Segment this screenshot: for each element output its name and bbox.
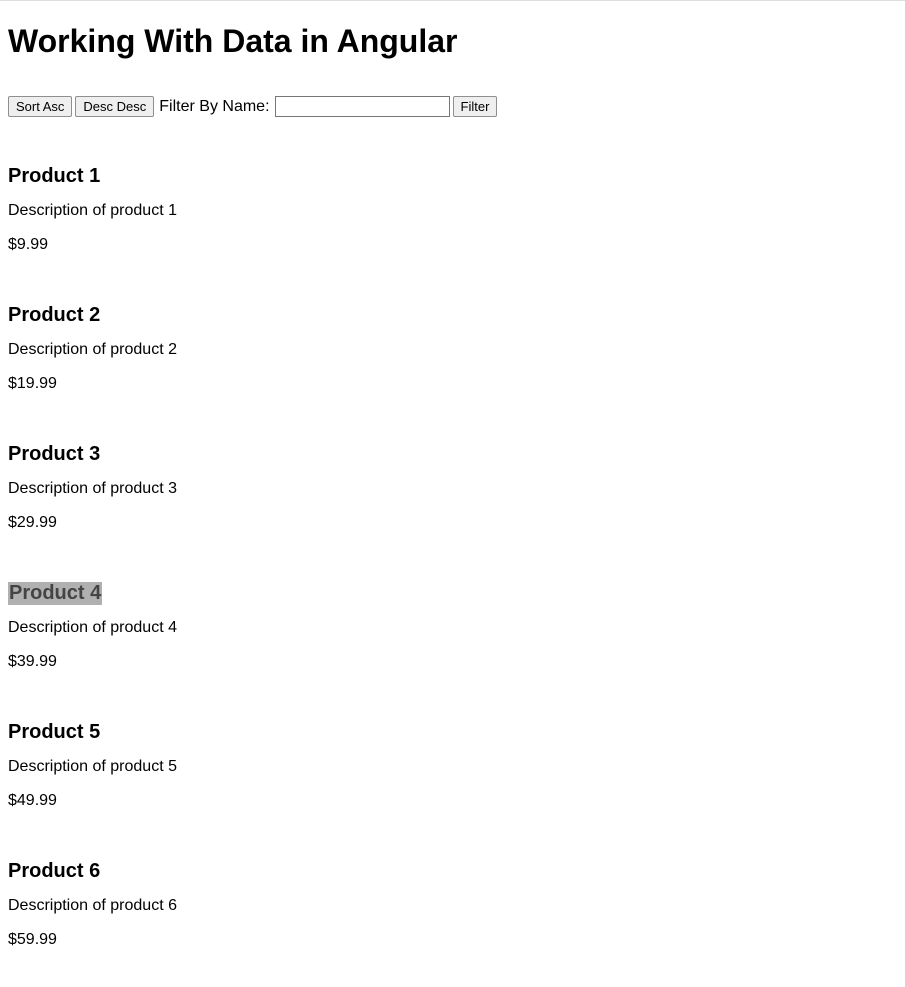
- product-price: $39.99: [8, 653, 897, 671]
- product-item: Product 6 Description of product 6 $59.99: [8, 840, 897, 949]
- product-name: Product 1: [8, 165, 100, 188]
- product-description: Description of product 6: [8, 897, 897, 915]
- product-name: Product 3: [8, 443, 100, 466]
- product-description: Description of product 4: [8, 619, 897, 637]
- product-item: Product 5 Description of product 5 $49.99: [8, 701, 897, 810]
- product-price: $29.99: [8, 514, 897, 532]
- product-price: $19.99: [8, 375, 897, 393]
- sort-asc-button[interactable]: Sort Asc: [8, 96, 72, 117]
- product-item: Product 3 Description of product 3 $29.99: [8, 423, 897, 532]
- product-price: $9.99: [8, 236, 897, 254]
- product-name: Product 5: [8, 721, 100, 744]
- filter-label: Filter By Name:: [159, 98, 269, 116]
- sort-desc-button[interactable]: Desc Desc: [75, 96, 154, 117]
- product-description: Description of product 3: [8, 480, 897, 498]
- product-name: Product 6: [8, 860, 100, 883]
- product-list: Product 1Description of product 1$9.99Pr…: [8, 145, 897, 949]
- product-name: Product 2: [8, 304, 100, 327]
- product-item: Product 4 Description of product 4 $39.99: [8, 562, 897, 671]
- product-description: Description of product 1: [8, 202, 897, 220]
- filter-button[interactable]: Filter: [453, 96, 498, 117]
- product-price: $59.99: [8, 931, 897, 949]
- product-item: Product 1 Description of product 1 $9.99: [8, 145, 897, 254]
- product-description: Description of product 2: [8, 341, 897, 359]
- product-name: Product 4: [8, 582, 102, 605]
- controls-bar: Sort Asc Desc Desc Filter By Name: Filte…: [8, 96, 897, 117]
- filter-input[interactable]: [275, 96, 450, 117]
- page-title: Working With Data in Angular: [8, 23, 897, 60]
- product-item: Product 2 Description of product 2 $19.99: [8, 284, 897, 393]
- product-price: $49.99: [8, 792, 897, 810]
- product-description: Description of product 5: [8, 758, 897, 776]
